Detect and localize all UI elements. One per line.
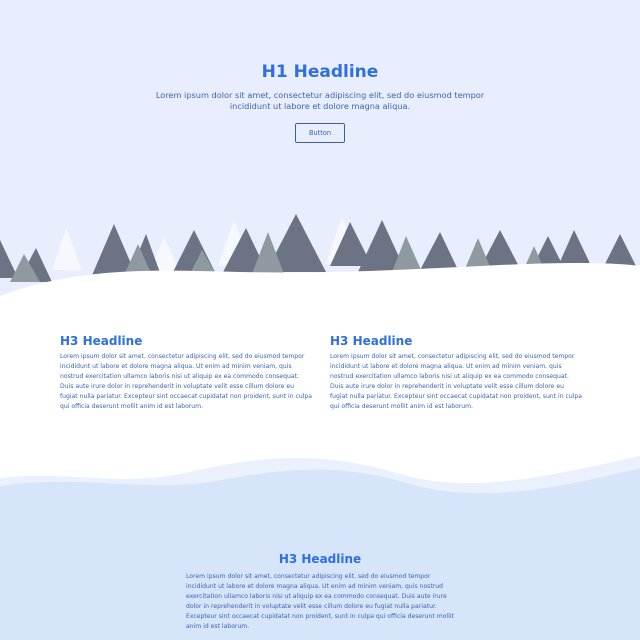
feature-title: H3 Headline	[60, 334, 143, 348]
footer-title: H3 Headline	[278, 552, 362, 566]
feature-column-right: H3 Headline Lorem ipsum dolor sit amet, …	[330, 334, 582, 412]
hero-title: H1 Headline	[261, 62, 379, 82]
feature-title: H3 Headline	[330, 334, 413, 348]
feature-body: Lorem ipsum dolor sit amet, consectetur …	[60, 353, 313, 410]
hero-button[interactable]: Button	[295, 123, 345, 143]
feature-column-left: H3 Headline Lorem ipsum dolor sit amet, …	[60, 334, 312, 412]
footer-content: H3 Headline Lorem ipsum dolor sit amet, …	[186, 552, 454, 632]
footer-body: Lorem ipsum dolor sit amet, consectetur …	[186, 573, 454, 630]
wave-divider	[0, 456, 640, 530]
forest-illustration	[0, 214, 640, 310]
hero-subtitle: Lorem ipsum dolor sit amet, consectetur …	[155, 90, 485, 111]
feature-body: Lorem ipsum dolor sit amet, consectetur …	[330, 353, 583, 410]
